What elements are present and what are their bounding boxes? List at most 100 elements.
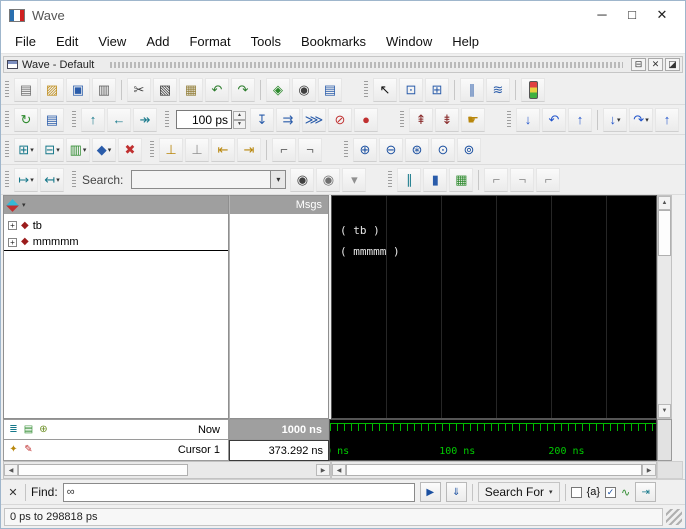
titlebar[interactable]: Wave ─ □ ✕ [1,1,685,29]
wave-hscrollbar[interactable]: ◀ ▶ [331,461,657,479]
add-wave-button[interactable]: ⊞▾ [14,138,38,162]
menu-item-edit[interactable]: Edit [46,31,88,52]
paste-button[interactable]: ▦ [179,78,203,102]
toolbar-grip[interactable] [364,81,368,99]
search-field-input[interactable] [131,170,271,189]
delete-wave-button[interactable]: ✖ [118,138,142,162]
expander-icon[interactable]: + [8,221,17,230]
page-up-button[interactable]: ⇞ [409,108,433,132]
expand-rows-icon[interactable]: ⊕ [37,425,50,435]
wave-hscroll-thumb[interactable] [346,464,642,476]
prev-edge-button[interactable]: ↶ [542,108,566,132]
toolbar-grip[interactable] [72,171,76,189]
pane-header[interactable]: Wave - Default ⊟ ✕ ◪ [3,56,683,73]
menu-item-tools[interactable]: Tools [241,31,291,52]
menu-item-file[interactable]: File [5,31,46,52]
print-button[interactable]: ▥ [92,78,116,102]
resize-grip[interactable] [666,509,682,525]
search-options-button[interactable]: ▾ [342,168,366,192]
toolbar-grip[interactable] [72,111,76,129]
up-context-button[interactable]: ↑ [81,108,105,132]
expander-icon[interactable]: + [8,238,17,247]
delete-cursor-button[interactable]: ⊥ [185,138,209,162]
cut-button[interactable]: ✂ [127,78,151,102]
toolbar-grip[interactable] [5,81,9,99]
last-edge-button[interactable]: ↑ [655,108,679,132]
next-edge-button[interactable]: ↷▾ [629,108,653,132]
toolbar-grip[interactable] [507,111,511,129]
search-for-dropdown[interactable]: Search For ▾ [478,482,560,502]
prev-falling-edge-button[interactable]: ⌐ [272,138,296,162]
collapse-range-button[interactable]: ⌐ [536,168,560,192]
menu-item-add[interactable]: Add [136,31,179,52]
find-toolbar-button[interactable]: ◉ [292,78,316,102]
run-all-button[interactable]: ⋙ [302,108,326,132]
find-all-button[interactable]: ⇓ [446,482,467,502]
close-pane-button[interactable]: ✕ [648,58,663,71]
cursors-pane-icon[interactable]: ≣ [7,425,20,435]
scroll-left-button[interactable]: ◀ [332,464,346,476]
toolbar-grip[interactable] [150,141,154,159]
collapse-time-button[interactable]: ↤▾ [40,168,64,192]
environment-button[interactable]: ▤ [40,108,64,132]
vertical-scroll-thumb[interactable] [658,210,671,256]
toolbar-grip[interactable] [5,111,9,129]
next-transition-button[interactable]: ↓▾ [603,108,627,132]
forward-button[interactable]: ↠ [133,108,157,132]
edit-cursor-icon[interactable]: ✎ [22,445,35,455]
save-button[interactable]: ▣ [66,78,90,102]
lock-cursor-icon[interactable]: ✦ [7,445,20,455]
run-length-field-down-button[interactable]: ▼ [233,120,246,129]
continue-run-button[interactable]: ⇉ [276,108,300,132]
names-column-header[interactable]: ▾ [4,196,228,214]
prev-transition-button[interactable]: ↓ [516,108,540,132]
pane-drag-grip[interactable] [110,62,623,68]
find-next-button[interactable]: ▶ [420,482,441,502]
tree-item[interactable]: +◆mmmmm [4,234,228,251]
find-next-transition-button[interactable]: ⇥ [237,138,261,162]
run-button[interactable]: ↧ [250,108,274,132]
expanded-time-delta-button[interactable]: ▮ [423,168,447,192]
new-file-button[interactable]: ▤ [14,78,38,102]
zoom-full-button[interactable]: ⊛ [405,138,429,162]
break-button[interactable]: ⊘ [328,108,352,132]
menu-item-help[interactable]: Help [442,31,489,52]
close-find-icon[interactable]: ✕ [6,486,20,499]
match-case-checkbox[interactable] [571,487,582,498]
find-bar-options-button[interactable]: ⇥ [635,482,656,502]
expanded-time-off-button[interactable]: ∥ [397,168,421,192]
scroll-up-button[interactable]: ▲ [658,196,671,210]
collapse-all-button[interactable]: ⌐ [484,168,508,192]
column-layout-caret-icon[interactable]: ▾ [22,201,26,209]
add-group-button[interactable]: ⊟▾ [40,138,64,162]
msgs-bar-icon[interactable]: ▤ [22,425,35,435]
expand-time-button[interactable]: ↦▾ [14,168,38,192]
toolbar-grip[interactable] [344,141,348,159]
find-input[interactable] [78,485,414,500]
scroll-left-button[interactable]: ◀ [4,464,18,476]
refresh-button[interactable]: ↻ [14,108,38,132]
search-field-dropdown-button[interactable]: ▾ [271,170,286,189]
show-titles-button[interactable]: ▤ [318,78,342,102]
redo-button[interactable]: ↷ [231,78,255,102]
maximize-button[interactable]: □ [617,7,647,23]
pan-hand-button[interactable]: ☛ [461,108,485,132]
select-mode-button[interactable]: ↖ [373,78,397,102]
insert-divider-button[interactable]: ▥▾ [66,138,90,162]
menu-item-window[interactable]: Window [376,31,442,52]
run-length-field-up-button[interactable]: ▲ [233,111,246,120]
search-up-button[interactable]: ◉ [316,168,340,192]
restore-pane-button[interactable]: ⊟ [631,58,646,71]
toolbar-grip[interactable] [400,111,404,129]
zoom-range-button[interactable]: ⊚ [457,138,481,162]
column-layout-icon[interactable] [6,199,19,212]
toolbar-grip[interactable] [5,141,9,159]
menu-item-format[interactable]: Format [179,31,240,52]
waveform-canvas[interactable]: ( tb )( mmmmm ) [331,195,657,419]
undo-button[interactable]: ↶ [205,78,229,102]
wrap-search-checkbox[interactable]: ✓ [605,487,616,498]
toolbar-grip[interactable] [5,171,9,189]
add-cursor-button[interactable]: ⊥ [159,138,183,162]
toolbar-grip[interactable] [165,111,169,129]
first-edge-button[interactable]: ↑ [568,108,592,132]
